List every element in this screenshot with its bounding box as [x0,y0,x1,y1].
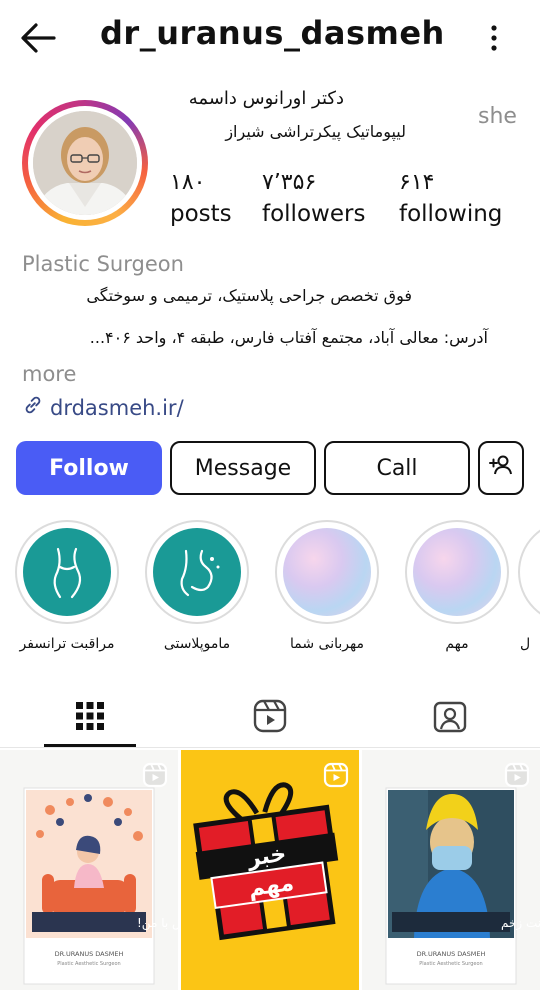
stat-followers[interactable]: ۷٬۳۵۶ followers [262,170,365,227]
highlight-item[interactable]: مراقبت ترانسفر [14,520,120,652]
stat-posts[interactable]: ۱۸۰ posts [170,170,232,227]
following-label: following [399,201,503,227]
tab-posts[interactable] [45,690,135,746]
stat-following[interactable]: ۶۱۴ following [399,170,502,227]
highlight-label: ل [520,636,531,652]
post-footer-sub: Plastic Aesthetic Surgeon [57,961,120,967]
reel-badge-icon [504,762,530,788]
more-vertical-icon[interactable] [480,22,508,54]
highlight-item[interactable]: مهربانی شما [274,520,380,652]
posts-label: posts [170,201,232,227]
avatar [33,111,137,215]
person-add-icon [488,452,514,484]
website-url: drdasmeh.ir/ [50,395,184,420]
reels-icon [253,699,287,737]
reel-badge-icon [142,762,168,788]
link-icon [22,394,44,421]
follow-button[interactable]: Follow [16,441,162,495]
divider [0,747,540,748]
tagged-person-icon [433,699,467,737]
pastel-cover [283,528,371,616]
highlight-label: مهم [445,636,469,652]
highlight-label: مراقبت ترانسفر [19,636,115,652]
highlight-label: مهربانی شما [290,636,364,652]
message-button[interactable]: Message [170,441,316,495]
grid-icon [75,701,105,735]
highlight-label: ماموپلاستی [163,636,231,652]
tab-tagged[interactable] [405,690,495,746]
following-count: ۶۱۴ [399,170,435,195]
post-caption: کنترل استرس با من! [137,916,178,931]
post-footer-name: DR.URANUS DASMEH [55,950,124,958]
add-user-button[interactable] [478,441,524,495]
profile-subtitle: لیپوماتیک پیکرتراشی شیراز [225,122,406,141]
post-caption: استرس و عفونت زخم [501,916,540,931]
call-button[interactable]: Call [324,441,470,495]
profile-username: dr_uranus_dasmeh [100,14,445,52]
post-tile[interactable]: کنترل استرس با من! DR.URANUS DASMEH Plas… [0,750,178,990]
arrow-left-icon[interactable] [18,20,58,56]
tab-reels[interactable] [225,690,315,746]
top-bar: dr_uranus_dasmeh [0,0,540,76]
highlight-item[interactable]: ل [514,520,540,652]
bio-line-2: آدرس: معالی آباد، مجتمع آفتاب فارس، طبقه… [89,328,488,347]
body-outline-icon [23,528,111,616]
highlight-item[interactable]: مهم [404,520,510,652]
bio-more-link[interactable]: more [22,362,76,386]
post-footer-name: DR.URANUS DASMEH [417,950,486,958]
highlight-item[interactable]: ماموپلاستی [144,520,250,652]
story-ring[interactable] [22,100,148,226]
followers-label: followers [262,201,366,227]
post-tile[interactable]: استرس و عفونت زخم DR.URANUS DASMEH Plast… [362,750,540,990]
posts-count: ۱۸۰ [170,170,206,195]
post-tile[interactable]: خبر مهم [181,750,359,990]
bio-line-1: فوق تخصص جراحی پلاستیک، ترمیمی و سوختگی [86,286,412,305]
followers-count: ۷٬۳۵۶ [262,170,317,195]
pronouns: she [478,104,517,129]
pastel-cover [413,528,501,616]
post-footer-sub: Plastic Aesthetic Surgeon [419,961,482,967]
website-link[interactable]: drdasmeh.ir/ [22,394,184,421]
reel-badge-icon [323,762,349,788]
display-name: دکتر اورانوس داسمه [188,88,344,109]
breast-outline-icon [153,528,241,616]
profile-category: Plastic Surgeon [22,252,184,276]
